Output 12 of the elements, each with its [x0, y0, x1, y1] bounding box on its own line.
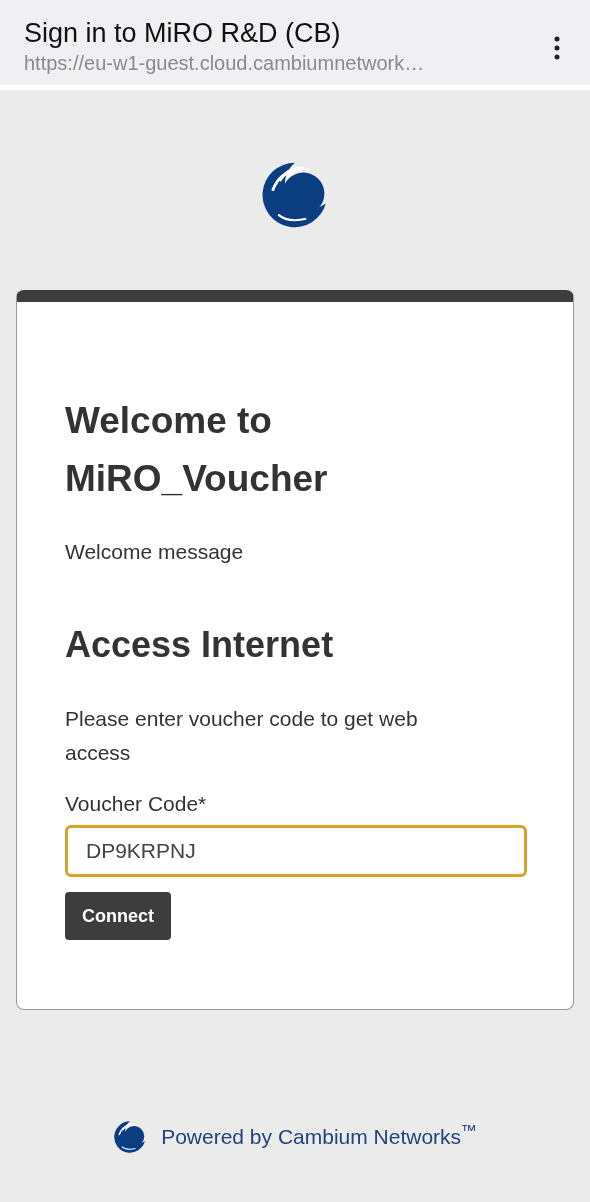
section-heading: Access Internet	[65, 622, 335, 667]
more-options-icon[interactable]	[554, 36, 560, 60]
welcome-message: Welcome message	[65, 539, 245, 565]
connect-button[interactable]: Connect	[65, 892, 171, 940]
logo-icon	[113, 1120, 148, 1154]
page-title: Sign in to MiRO R&D (CB)	[24, 17, 342, 50]
voucher-code-field[interactable]: DP9KRPNJ	[65, 825, 527, 877]
page-url: https://eu-w1-guest.cloud.cambiumnetwork…	[24, 51, 426, 76]
welcome-heading: Welcome to MiRO_Voucher	[65, 399, 329, 501]
instructions-text: Please enter voucher code to get web access	[65, 705, 419, 766]
field-label: Voucher Code*	[65, 790, 208, 817]
powered-by-text: Powered by Cambium Networks$^{™}$	[161, 1121, 477, 1151]
